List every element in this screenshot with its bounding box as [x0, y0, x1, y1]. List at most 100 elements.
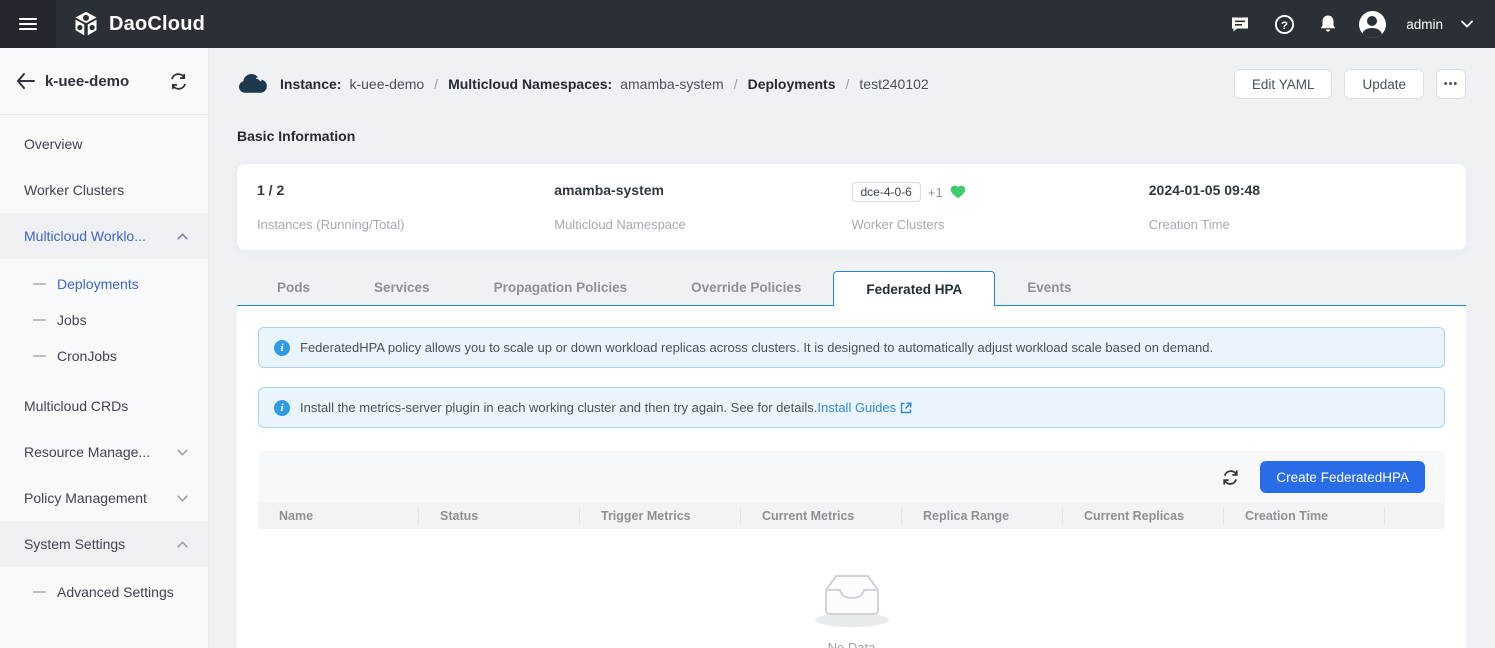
notifications-button[interactable]	[1310, 6, 1346, 42]
sidebar-item-worker-clusters[interactable]: Worker Clusters	[0, 167, 208, 213]
update-button[interactable]: Update	[1344, 69, 1424, 99]
namespace-value: amamba-system	[554, 182, 851, 198]
metrics-info-text: Install the metrics-server plugin in eac…	[300, 400, 912, 415]
main-content: Instance: k-uee-demo / Multicloud Namesp…	[209, 48, 1495, 648]
user-name: admin	[1406, 17, 1443, 32]
chat-icon	[1230, 14, 1250, 34]
dash-icon	[33, 355, 46, 357]
basic-information-card: 1 / 2 Instances (Running/Total) amamba-s…	[237, 164, 1466, 250]
worker-clusters-value: dce-4-0-6 +1	[852, 182, 1149, 202]
external-link-icon	[900, 402, 912, 414]
sidebar-item-resource-management[interactable]: Resource Manage...	[0, 429, 208, 475]
namespace-label: Multicloud Namespace	[554, 217, 851, 232]
table-header-row: Name Status Trigger Metrics Current Metr…	[258, 503, 1445, 529]
sidebar-item-system-settings[interactable]: System Settings	[0, 521, 208, 567]
help-icon: ?	[1274, 14, 1295, 35]
breadcrumb-namespaces-label: Multicloud Namespaces:	[448, 76, 612, 92]
chevron-up-icon	[177, 541, 188, 548]
help-button[interactable]: ?	[1266, 6, 1302, 42]
table-toolbar: Create FederatedHPA	[258, 451, 1445, 503]
breadcrumb-instance-value[interactable]: k-uee-demo	[349, 76, 424, 92]
sidebar-item-label: Multicloud Worklo...	[24, 228, 146, 244]
tab-pods[interactable]: Pods	[245, 271, 342, 305]
metrics-server-banner: i Install the metrics-server plugin in e…	[258, 387, 1445, 428]
column-header-creation-time: Creation Time	[1224, 508, 1385, 524]
messages-button[interactable]	[1222, 6, 1258, 42]
refresh-icon	[1221, 468, 1240, 487]
sidebar-item-overview[interactable]: Overview	[0, 121, 208, 167]
column-header-status: Status	[419, 508, 580, 524]
creation-time-label: Creation Time	[1149, 217, 1446, 232]
sidebar-item-label: Jobs	[57, 312, 87, 328]
cloud-icon	[237, 72, 268, 96]
breadcrumb-namespace-value[interactable]: amamba-system	[620, 76, 723, 92]
breadcrumb-separator: /	[846, 76, 850, 92]
column-header-trigger-metrics: Trigger Metrics	[580, 508, 741, 524]
instances-value: 1 / 2	[257, 182, 554, 198]
hamburger-icon	[19, 18, 37, 30]
sidebar-item-advanced-settings[interactable]: Advanced Settings	[0, 574, 208, 610]
namespace-field: amamba-system Multicloud Namespace	[554, 182, 851, 232]
health-heart-icon	[950, 185, 966, 199]
cluster-extra-count[interactable]: +1	[928, 185, 943, 200]
detail-tabs: Pods Services Propagation Policies Overr…	[237, 271, 1466, 306]
worker-clusters-field: dce-4-0-6 +1 Worker Clusters	[852, 182, 1149, 232]
sidebar-children-system-settings: Advanced Settings	[0, 567, 208, 619]
info-icon: i	[274, 340, 290, 356]
sidebar-item-label: Advanced Settings	[57, 584, 174, 600]
user-avatar[interactable]	[1354, 6, 1390, 42]
back-icon[interactable]	[16, 73, 35, 89]
install-guides-label: Install Guides	[817, 400, 896, 415]
hamburger-menu-button[interactable]	[0, 0, 56, 48]
breadcrumb-separator: /	[734, 76, 738, 92]
tab-events[interactable]: Events	[995, 271, 1103, 305]
breadcrumb: Instance: k-uee-demo / Multicloud Namesp…	[280, 76, 929, 92]
sidebar-item-jobs[interactable]: Jobs	[0, 302, 208, 338]
header-actions: Edit YAML Update •••	[1234, 69, 1466, 99]
empty-state: No Data	[258, 529, 1445, 648]
creation-time-field: 2024-01-05 09:48 Creation Time	[1149, 182, 1446, 232]
column-header-current-metrics: Current Metrics	[741, 508, 902, 524]
daocloud-logo[interactable]: DaoCloud	[72, 10, 205, 38]
topbar-actions: ? admin	[1222, 6, 1495, 42]
user-menu-chevron-down-icon[interactable]	[1461, 20, 1473, 28]
column-header-name: Name	[258, 508, 419, 524]
sidebar-item-policy-management[interactable]: Policy Management	[0, 475, 208, 521]
breadcrumb-instance-label: Instance:	[280, 76, 341, 92]
page-header: Instance: k-uee-demo / Multicloud Namesp…	[237, 65, 1466, 103]
sidebar-item-multicloud-workloads[interactable]: Multicloud Worklo...	[0, 213, 208, 259]
create-federatedhpa-button[interactable]: Create FederatedHPA	[1260, 461, 1425, 493]
more-actions-button[interactable]: •••	[1436, 69, 1466, 99]
install-guides-link[interactable]: Install Guides	[817, 400, 912, 415]
edit-yaml-button[interactable]: Edit YAML	[1234, 69, 1333, 99]
column-header-current-replicas: Current Replicas	[1063, 508, 1224, 524]
logo-text: DaoCloud	[109, 13, 205, 36]
sidebar-menu: Overview Worker Clusters Multicloud Work…	[0, 115, 208, 619]
dash-icon	[33, 591, 46, 593]
bell-icon	[1318, 14, 1338, 34]
tab-override-policies[interactable]: Override Policies	[659, 271, 833, 305]
tab-propagation-policies[interactable]: Propagation Policies	[462, 271, 660, 305]
topbar: DaoCloud ? admin	[0, 0, 1495, 48]
policy-info-banner: i FederatedHPA policy allows you to scal…	[258, 327, 1445, 368]
tab-services[interactable]: Services	[342, 271, 462, 305]
sidebar-item-label: Policy Management	[24, 490, 147, 506]
sidebar-item-label: Resource Manage...	[24, 444, 150, 460]
tab-federated-hpa[interactable]: Federated HPA	[833, 271, 995, 306]
sidebar-item-cronjobs[interactable]: CronJobs	[0, 338, 208, 374]
sidebar: k-uee-demo Overview Worker Clusters Mult…	[0, 48, 209, 648]
no-data-icon	[812, 564, 892, 630]
sidebar-item-deployments[interactable]: Deployments	[0, 266, 208, 302]
breadcrumb-deployments[interactable]: Deployments	[748, 76, 836, 92]
worker-clusters-label: Worker Clusters	[852, 217, 1149, 232]
sidebar-item-label: Deployments	[57, 276, 139, 292]
sidebar-item-label: System Settings	[24, 536, 125, 552]
cluster-chip[interactable]: dce-4-0-6	[852, 182, 921, 202]
sidebar-item-label: Multicloud CRDs	[24, 398, 128, 414]
avatar-icon	[1359, 11, 1386, 38]
refresh-button[interactable]	[1221, 468, 1240, 487]
metrics-info-message: Install the metrics-server plugin in eac…	[300, 400, 817, 415]
switch-instance-icon[interactable]	[169, 73, 188, 90]
breadcrumb-separator: /	[434, 76, 438, 92]
sidebar-item-multicloud-crds[interactable]: Multicloud CRDs	[0, 383, 208, 429]
